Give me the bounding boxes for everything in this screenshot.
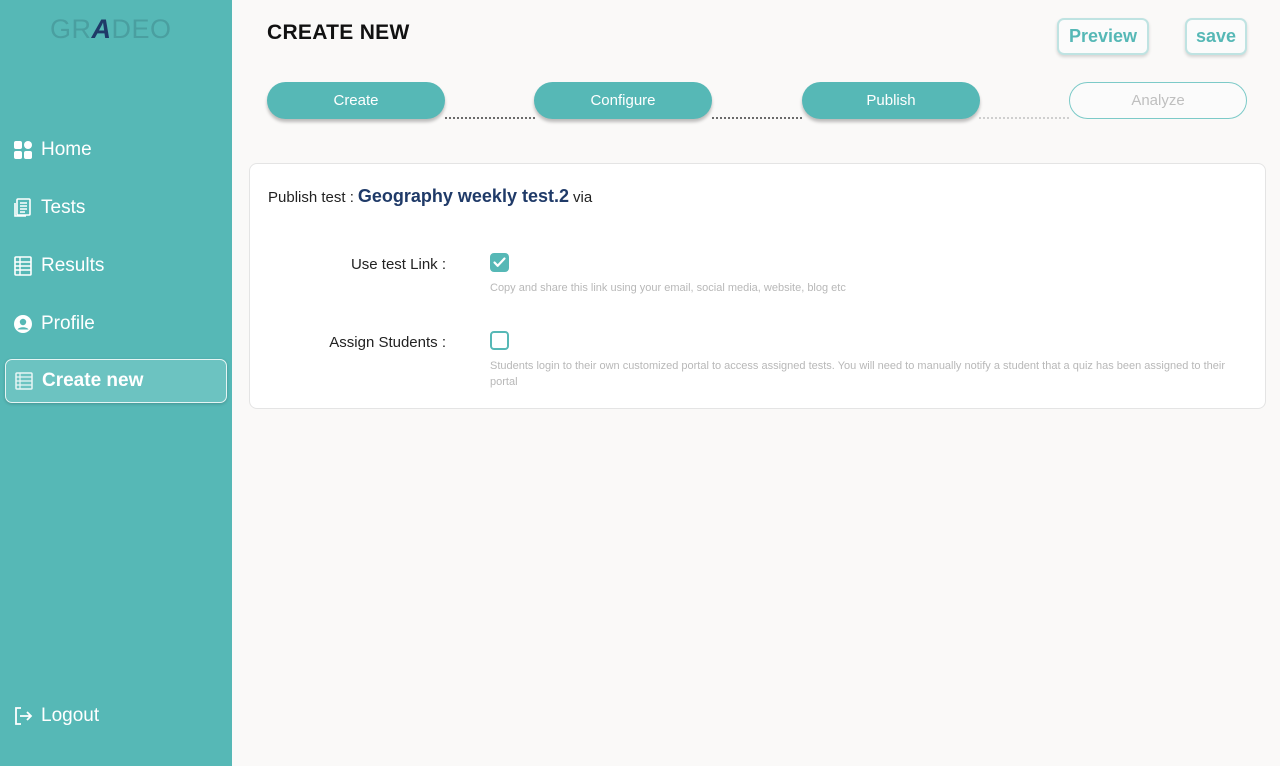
step-configure[interactable]: Configure [534,82,712,119]
assign-students-label: Assign Students : [329,334,446,351]
publish-card: Publish test : Geography weekly test.2 v… [249,163,1266,409]
step-create[interactable]: Create [267,82,445,119]
logout-label: Logout [41,705,100,726]
publish-suffix: via [572,189,593,206]
sidebar-item-label: Create new [42,370,144,391]
sidebar-item-label: Results [41,255,105,276]
logout-icon [13,706,33,726]
check-icon [493,257,506,267]
preview-button[interactable]: Preview [1057,18,1149,55]
document-icon [13,198,33,218]
user-icon [13,314,33,334]
assign-students-help: Students login to their own customized p… [490,360,1226,388]
logout-button[interactable]: Logout [5,694,227,738]
sidebar-item-tests[interactable]: Tests [5,186,227,230]
step-connector [445,117,535,119]
app-logo[interactable]: GRADEO [50,14,172,45]
dashboard-icon [13,140,33,160]
step-connector [712,117,802,119]
step-publish[interactable]: Publish [802,82,980,119]
use-test-link-label: Use test Link : [350,256,446,273]
publish-prefix: Publish test : [268,189,354,206]
test-name: Geography weekly test.2 [357,186,569,206]
assign-students-checkbox[interactable] [490,331,509,350]
sidebar: GRADEO Home Tests Results Profile Create… [0,0,232,766]
sidebar-item-results[interactable]: Results [5,244,227,288]
sidebar-item-home[interactable]: Home [5,128,227,172]
use-test-link-checkbox[interactable] [490,253,509,272]
list-icon [13,256,33,276]
page-title: CREATE NEW [267,21,410,44]
step-connector [979,117,1069,119]
sidebar-item-create-new[interactable]: Create new [5,359,227,403]
save-button[interactable]: save [1185,18,1247,55]
sidebar-item-label: Home [41,139,92,160]
create-icon [14,371,34,391]
sidebar-item-profile[interactable]: Profile [5,302,227,346]
step-analyze[interactable]: Analyze [1069,82,1247,119]
use-test-link-help: Copy and share this link using your emai… [490,282,846,294]
sidebar-item-label: Profile [41,313,95,334]
sidebar-item-label: Tests [41,197,86,218]
publish-heading: Publish test : Geography weekly test.2 v… [268,186,592,207]
